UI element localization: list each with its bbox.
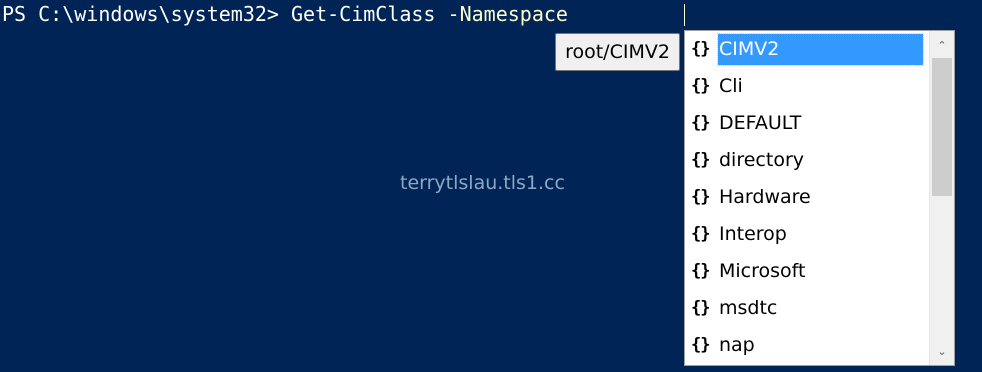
completion-item-label: msdtc xyxy=(719,297,778,319)
scroll-up-arrow-icon[interactable]: ⌃ xyxy=(930,33,954,57)
completion-item[interactable]: {} Cli xyxy=(685,68,929,105)
namespace-icon: {} xyxy=(691,76,711,96)
namespace-icon: {} xyxy=(691,224,711,244)
namespace-icon: {} xyxy=(691,298,711,318)
completion-item[interactable]: {} CIMV2 xyxy=(685,31,929,68)
namespace-icon: {} xyxy=(691,335,711,355)
completion-item-label: Microsoft xyxy=(719,260,806,282)
completion-list[interactable]: {} CIMV2 {} Cli {} DEFAULT {} directory {} Hardwa… xyxy=(685,31,929,364)
scrollbar[interactable]: ⌃ ⌄ xyxy=(929,31,954,365)
completion-tooltip: root/CIMV2 xyxy=(555,33,680,71)
parameter-text: -Namespace xyxy=(435,2,580,26)
completion-item-label: nap xyxy=(719,334,755,356)
scroll-down-arrow-icon[interactable]: ⌄ xyxy=(930,339,954,363)
completion-item-label: CIMV2 xyxy=(717,33,924,66)
namespace-icon: {} xyxy=(691,113,711,133)
namespace-icon: {} xyxy=(691,187,711,207)
completion-item-label: Cli xyxy=(719,75,743,97)
watermark: terrytlslau.tls1.cc xyxy=(400,172,565,194)
command-text: Get-CimClass xyxy=(290,2,436,26)
scroll-thumb[interactable] xyxy=(932,58,952,196)
completion-item[interactable]: {} Hardware xyxy=(685,179,929,216)
prompt-text: PS C:\windows\system32> xyxy=(2,2,291,26)
completion-item[interactable]: {} directory xyxy=(685,142,929,179)
completion-item-label: Hardware xyxy=(719,186,811,208)
namespace-icon: {} xyxy=(691,261,711,281)
text-cursor xyxy=(684,4,685,26)
completion-item-label: directory xyxy=(719,149,804,171)
completion-item-label: DEFAULT xyxy=(719,112,802,134)
completion-item[interactable]: {} Interop xyxy=(685,216,929,253)
namespace-icon: {} xyxy=(691,150,711,170)
completion-item[interactable]: {} msdtc xyxy=(685,290,929,327)
completion-item-label: Interop xyxy=(719,223,787,245)
completion-popup[interactable]: {} CIMV2 {} Cli {} DEFAULT {} directory {} Hardwa… xyxy=(684,30,955,366)
namespace-icon: {} xyxy=(691,39,711,59)
console-line: PS C:\windows\system32> Get-CimClass -Na… xyxy=(2,2,580,26)
completion-item[interactable]: {} DEFAULT xyxy=(685,105,929,142)
completion-item[interactable]: {} nap xyxy=(685,327,929,364)
completion-item[interactable]: {} Microsoft xyxy=(685,253,929,290)
